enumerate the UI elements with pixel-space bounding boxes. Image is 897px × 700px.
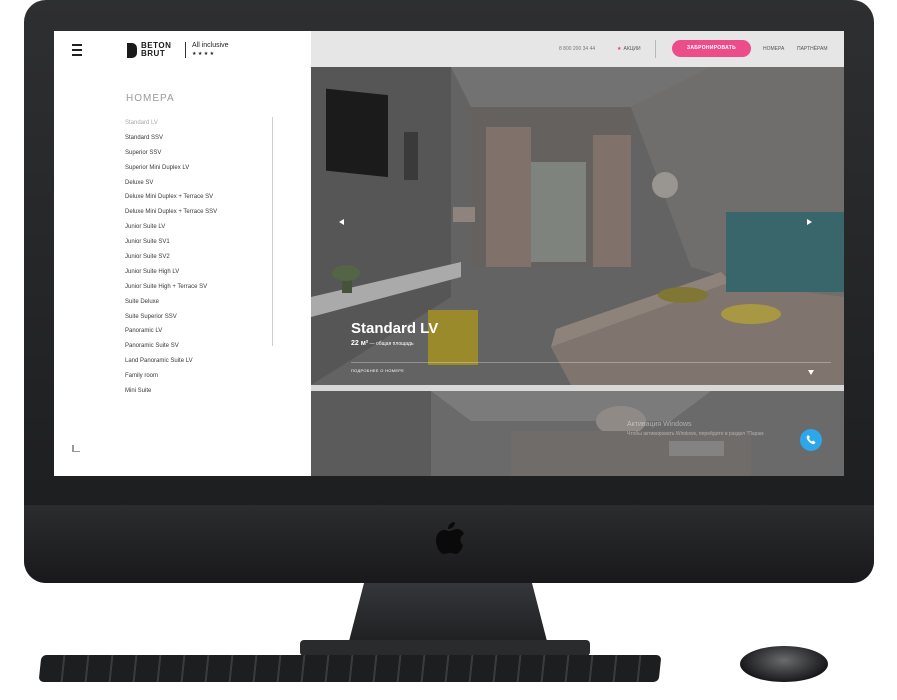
more-about-room-link[interactable]: ПОДРОБНЕЕ О НОМЕРЕ	[351, 368, 404, 373]
room-list-item[interactable]: Junior Suite SV2	[125, 251, 275, 266]
room-list-item[interactable]: Superior SSV	[125, 147, 275, 162]
apple-logo-icon	[436, 522, 464, 554]
slide-divider	[351, 362, 831, 363]
room-list-item[interactable]: Panoramic LV	[125, 325, 275, 340]
mouse	[740, 646, 828, 682]
room-list-item[interactable]: Deluxe SV	[125, 177, 275, 192]
room-list-item[interactable]: Land Panoramic Suite LV	[125, 355, 275, 370]
room-list-item[interactable]: Mini Suite	[125, 385, 275, 395]
menu-icon[interactable]	[72, 44, 82, 56]
room-list-item[interactable]: Standard SSV	[125, 132, 275, 147]
sidebar: BETON BRUT All inclusive ★ ★ ★ ★ НОМЕРА …	[54, 31, 311, 476]
room-list-scrollbar[interactable]	[272, 117, 273, 346]
footer-logo-icon	[72, 445, 80, 452]
monitor-stand-base	[300, 640, 590, 656]
room-list: Standard LV Standard SSV Superior SSV Su…	[125, 117, 275, 395]
room-list-item[interactable]: Junior Suite High + Terrace SV	[125, 281, 275, 296]
slide-area: 22 м² — общая площадь	[351, 340, 414, 347]
area-value: 22 м²	[351, 340, 369, 347]
phone-icon	[806, 435, 816, 445]
room-list-item[interactable]: Family room	[125, 370, 275, 385]
phone-number[interactable]: 8 800 200 34 44	[559, 46, 595, 52]
star-icon: ★	[617, 46, 622, 52]
promo-link[interactable]: ★ АКЦИИ	[617, 46, 641, 52]
logo-mark-icon	[127, 42, 137, 58]
sidebar-title: НОМЕРА	[126, 93, 175, 104]
windows-activation-hint: Чтобы активировать Windows, перейдите в …	[627, 431, 764, 437]
callback-button[interactable]	[800, 429, 822, 451]
logo-divider	[185, 42, 186, 58]
room-list-item[interactable]: Deluxe Mini Duplex + Terrace SV	[125, 191, 275, 206]
slide-title: Standard LV	[351, 320, 439, 337]
nav-rooms[interactable]: НОМЕРА	[763, 46, 784, 52]
website-screen: BETON BRUT All inclusive ★ ★ ★ ★ НОМЕРА …	[54, 31, 844, 476]
brand-logo[interactable]: BETON BRUT All inclusive ★ ★ ★ ★	[127, 41, 229, 59]
windows-activation-title: Активация Windows	[627, 421, 692, 428]
next-room-photo	[311, 391, 844, 476]
room-list-item[interactable]: Superior Mini Duplex LV	[125, 162, 275, 177]
main-area: 8 800 200 34 44 ★ АКЦИИ ЗАБРОНИРОВАТЬ НОМ…	[311, 31, 844, 476]
book-button[interactable]: ЗАБРОНИРОВАТЬ	[672, 40, 751, 57]
top-bar: 8 800 200 34 44 ★ АКЦИИ ЗАБРОНИРОВАТЬ НОМ…	[311, 31, 844, 67]
scroll-down-arrow-icon[interactable]	[808, 370, 814, 375]
logo-tagline-block: All inclusive ★ ★ ★ ★	[192, 41, 229, 59]
room-list-item[interactable]: Deluxe Mini Duplex + Terrace SSV	[125, 206, 275, 221]
logo-line-2: BRUT	[141, 49, 166, 58]
room-list-item[interactable]: Suite Deluxe	[125, 296, 275, 311]
promo-label: АКЦИИ	[623, 46, 641, 52]
logo-wordmark: BETON BRUT	[141, 42, 179, 58]
top-bar-divider	[655, 40, 656, 58]
room-list-item[interactable]: Junior Suite LV	[125, 221, 275, 236]
room-list-item[interactable]: Junior Suite High LV	[125, 266, 275, 281]
room-list-item[interactable]: Suite Superior SSV	[125, 311, 275, 326]
room-list-item[interactable]: Junior Suite SV1	[125, 236, 275, 251]
room-photo	[311, 67, 844, 385]
logo-tagline: All inclusive	[192, 42, 229, 49]
prev-slide-arrow-icon[interactable]	[339, 219, 344, 225]
logo-stars: ★ ★ ★ ★	[192, 51, 215, 57]
nav-partners[interactable]: ПАРТНЁРАМ	[797, 46, 828, 52]
next-room-slide: Активация Windows Чтобы активировать Win…	[311, 391, 844, 476]
monitor-stand	[348, 583, 548, 645]
room-list-item[interactable]: Standard LV	[125, 117, 275, 132]
room-list-item[interactable]: Panoramic Suite SV	[125, 340, 275, 355]
area-caption: — общая площадь	[369, 341, 414, 347]
keyboard	[38, 655, 662, 682]
next-slide-arrow-icon[interactable]	[807, 219, 812, 225]
room-slide: Standard LV 22 м² — общая площадь ПОДРОБ…	[311, 67, 844, 385]
